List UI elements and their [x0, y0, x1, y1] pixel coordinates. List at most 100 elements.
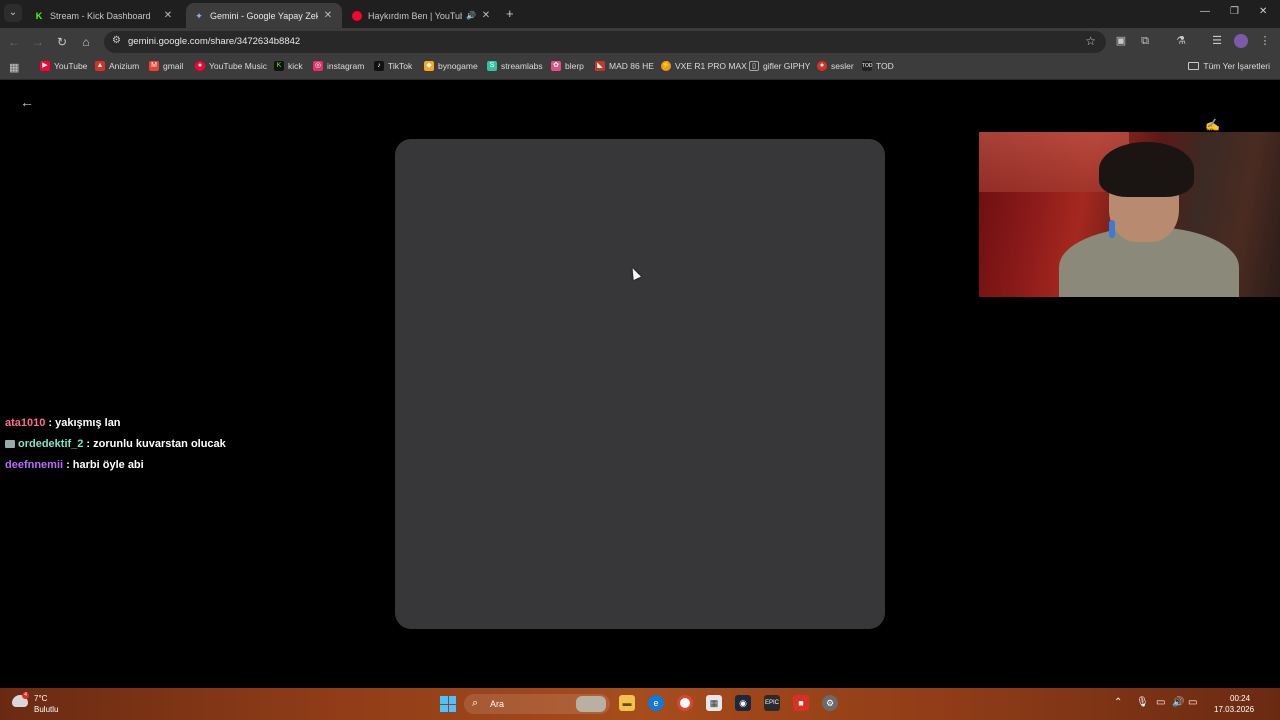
- bookmark-anizium[interactable]: ▲ Anizium: [95, 61, 139, 71]
- network-icon[interactable]: ▭: [1156, 697, 1165, 708]
- bookmark-vxe[interactable]: ⚡ VXE R1 PRO MAX: [661, 61, 747, 71]
- chat-text: : yakışmış lan: [48, 416, 121, 429]
- bookmark-label: YouTube: [54, 61, 88, 71]
- url-text[interactable]: gemini.google.com/share/3472634b8842: [128, 36, 300, 47]
- all-bookmarks-label: Tüm Yer İşaretleri: [1203, 61, 1270, 71]
- new-tab-button[interactable]: +: [506, 6, 514, 21]
- chat-text: : zorunlu kuvarstan olucak: [86, 437, 226, 450]
- tod-icon: TOD: [862, 61, 873, 71]
- clock-time[interactable]: 00:24: [1230, 694, 1250, 703]
- sesler-icon: ●: [817, 61, 827, 71]
- bookmark-star-icon[interactable]: ☆: [1085, 34, 1096, 48]
- youtube-music-icon: ●: [195, 61, 205, 71]
- reload-button[interactable]: ↻: [54, 34, 70, 50]
- settings-gear-icon[interactable]: ⚙: [822, 695, 838, 711]
- red-app-icon[interactable]: ■: [793, 695, 809, 711]
- folder-icon: [1188, 62, 1200, 70]
- vxe-icon: ⚡: [661, 61, 671, 71]
- edge-icon[interactable]: e: [648, 695, 664, 711]
- audio-playing-icon[interactable]: 🔊: [466, 11, 476, 20]
- restore-icon[interactable]: ❐: [1230, 6, 1239, 17]
- windows-logo-pane: [440, 696, 448, 704]
- bookmark-mad-86-he[interactable]: ◣ MAD 86 HE: [595, 61, 654, 71]
- weather-description[interactable]: Bulutlu: [34, 705, 58, 714]
- media-control-icon[interactable]: ☰: [1210, 34, 1224, 48]
- steam-icon[interactable]: ◉: [735, 695, 751, 711]
- weather-temperature[interactable]: 7°C: [34, 694, 47, 703]
- microsoft-store-icon[interactable]: ▦: [706, 695, 722, 711]
- more-menu-icon[interactable]: ⋮: [1258, 34, 1272, 48]
- bookmark-label: Anizium: [109, 61, 140, 71]
- bookmark-sesler[interactable]: ● sesler: [817, 61, 854, 71]
- gemini-favicon-icon: ✦: [195, 10, 203, 21]
- epic-games-icon[interactable]: EPIC: [764, 695, 780, 711]
- windows-logo-pane: [448, 696, 456, 704]
- performance-icon[interactable]: ⚗: [1174, 34, 1188, 48]
- close-icon[interactable]: ✕: [322, 10, 334, 21]
- extension-icon[interactable]: ▣: [1114, 34, 1128, 48]
- bookmark-tiktok[interactable]: ♪ TikTok: [374, 61, 412, 71]
- tab-youtube-music[interactable]: Haykırdım Ben | YouTube M 🔊 ✕: [344, 3, 500, 28]
- chat-username: ordedektif_2: [18, 437, 84, 450]
- bookmark-instagram[interactable]: ◎ instagram: [313, 61, 364, 71]
- bookmark-streamlabs[interactable]: S streamlabs: [487, 61, 543, 71]
- microphone-icon[interactable]: 🎙: [1136, 697, 1149, 708]
- battery-icon[interactable]: ▭: [1188, 697, 1197, 708]
- forward-button[interactable]: →: [30, 34, 46, 50]
- bookmark-label: VXE R1 PRO MAX: [675, 61, 747, 71]
- back-arrow-icon[interactable]: ←: [20, 94, 34, 110]
- weather-alert-badge: 4: [22, 692, 29, 699]
- chat-text: : harbi öyle abi: [66, 458, 144, 471]
- tab-strip: ⌄ K Stream - Kick Dashboard ✕ ✦ Gemini -…: [0, 0, 1280, 28]
- stream-chat-overlay: ata1010 : yakışmış lan ordedektif_2 : zo…: [5, 412, 226, 475]
- tiktok-icon: ♪: [374, 61, 384, 71]
- tab-search-menu-button[interactable]: ⌄: [4, 4, 22, 22]
- tab-kick-dashboard[interactable]: K Stream - Kick Dashboard ✕: [26, 3, 182, 28]
- bookmark-label: gmail: [163, 61, 184, 71]
- bookmark-label: MAD 86 HE: [609, 61, 654, 71]
- bynogame-icon: ◆: [424, 61, 434, 71]
- chat-message: ata1010 : yakışmış lan: [5, 412, 226, 433]
- tab-title: Stream - Kick Dashboard: [50, 10, 151, 21]
- webcam-person-hair: [1099, 142, 1194, 197]
- bookmark-kick[interactable]: K kick: [274, 61, 303, 71]
- extensions-puzzle-icon[interactable]: ⧉: [1138, 34, 1152, 48]
- site-settings-icon[interactable]: ⚙: [112, 35, 121, 46]
- bookmark-tod[interactable]: TOD TOD: [862, 61, 894, 71]
- clock-date[interactable]: 17.03.2026: [1214, 705, 1254, 714]
- taskbar-search-box[interactable]: ⌕ Ara: [464, 694, 610, 714]
- windows-logo-pane: [448, 704, 456, 712]
- search-placeholder: Ara: [490, 699, 505, 709]
- minimize-icon[interactable]: —: [1200, 6, 1210, 17]
- home-button[interactable]: ⌂: [78, 34, 94, 50]
- chrome-icon[interactable]: [677, 695, 693, 711]
- close-icon[interactable]: ✕: [162, 10, 174, 21]
- chat-username: deefnnemii: [5, 458, 64, 471]
- bookmarks-bar: ▦ ▶ YouTube ▲ Anizium M gmail ● YouTube …: [0, 56, 1280, 80]
- kick-favicon-icon: K: [35, 10, 43, 21]
- file-explorer-icon[interactable]: ▬: [619, 695, 635, 711]
- chat-badge-icon: [5, 439, 15, 448]
- chevron-up-icon[interactable]: ⌃: [1114, 697, 1122, 708]
- window-close-icon[interactable]: ✕: [1259, 6, 1267, 17]
- address-bar[interactable]: ⚙ gemini.google.com/share/3472634b8842 ☆: [104, 31, 1106, 53]
- bookmark-bynogame[interactable]: ◆ bynogame: [424, 61, 478, 71]
- start-button[interactable]: [440, 696, 456, 712]
- bookmark-youtube[interactable]: ▶ YouTube: [40, 61, 87, 71]
- tab-gemini[interactable]: ✦ Gemini - Google Yapay Zeka'ya ✕: [186, 3, 342, 28]
- apps-grid-icon[interactable]: ▦: [9, 61, 19, 74]
- close-icon[interactable]: ✕: [480, 10, 492, 21]
- bookmark-gmail[interactable]: M gmail: [149, 61, 183, 71]
- bookmark-label: instagram: [327, 61, 365, 71]
- all-bookmarks-button[interactable]: Tüm Yer İşaretleri: [1188, 61, 1270, 71]
- shared-content-card[interactable]: [395, 139, 885, 629]
- bookmark-youtube-music[interactable]: ● YouTube Music: [195, 61, 267, 71]
- back-button[interactable]: ←: [6, 34, 22, 50]
- volume-icon[interactable]: 🔊: [1172, 697, 1184, 708]
- youtube-icon: ▶: [40, 61, 50, 71]
- bookmark-blerp[interactable]: ✿ blerp: [551, 61, 584, 71]
- profile-avatar[interactable]: [1234, 34, 1248, 48]
- bookmark-giphy[interactable]: ▯ gifler GIPHY: [749, 61, 810, 71]
- mad-icon: ◣: [595, 61, 605, 71]
- windows-logo-pane: [440, 704, 448, 712]
